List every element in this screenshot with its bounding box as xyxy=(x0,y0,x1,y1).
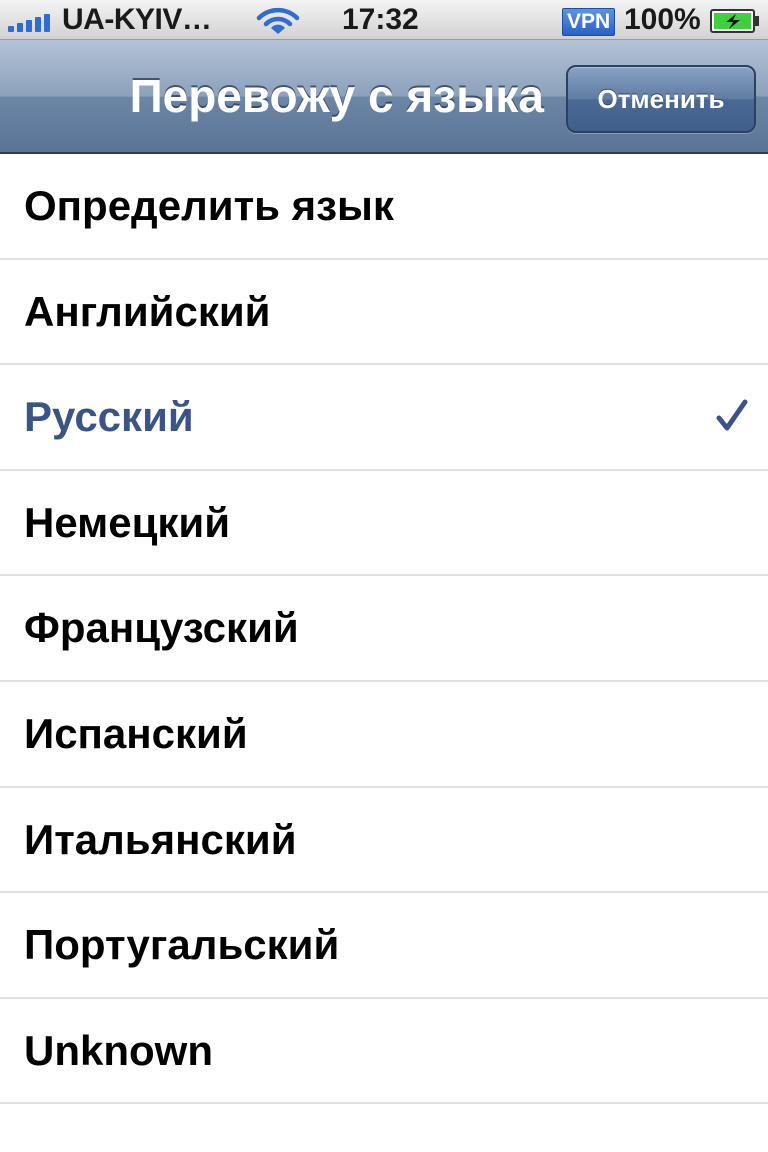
list-item-label: Немецкий xyxy=(24,498,231,546)
list-item-portuguese[interactable]: Португальский xyxy=(0,893,768,999)
battery-charging-icon xyxy=(710,9,759,33)
list-item-label: Английский xyxy=(24,287,271,335)
battery-percent: 100% xyxy=(624,3,701,36)
list-item-german[interactable]: Немецкий xyxy=(0,471,768,577)
list-item-label: Французский xyxy=(24,604,299,652)
screen: UA-KYIV… 17:32 VPN 100% Перевожу с языка… xyxy=(0,0,768,1152)
cancel-button[interactable]: Отменить xyxy=(566,65,756,133)
list-item-french[interactable]: Французский xyxy=(0,576,768,682)
list-item-label: Итальянский xyxy=(24,815,297,863)
list-item-italian[interactable]: Итальянский xyxy=(0,788,768,894)
list-item-label: Португальский xyxy=(24,921,340,969)
wifi-icon xyxy=(256,7,300,34)
list-item-label: Испанский xyxy=(24,709,248,757)
list-item-detect-language[interactable]: Определить язык xyxy=(0,154,768,260)
list-item-english[interactable]: Английский xyxy=(0,260,768,366)
checkmark-icon xyxy=(716,399,748,431)
navigation-bar: Перевожу с языка Отменить xyxy=(0,40,768,154)
list-item-label: Unknown xyxy=(24,1026,213,1074)
status-bar: UA-KYIV… 17:32 VPN 100% xyxy=(0,0,768,40)
list-item-label: Русский xyxy=(24,393,194,441)
signal-strength-icon xyxy=(8,10,56,32)
vpn-badge: VPN xyxy=(562,8,616,36)
list-item-russian[interactable]: Русский xyxy=(0,365,768,471)
list-item-spanish[interactable]: Испанский xyxy=(0,682,768,788)
list-item-label: Определить язык xyxy=(24,182,394,229)
page-title: Перевожу с языка xyxy=(129,70,544,122)
clock-time: 17:32 xyxy=(342,3,419,36)
language-list: Определить язык Английский Русский Немец… xyxy=(0,154,768,1105)
list-item-unknown[interactable]: Unknown xyxy=(0,999,768,1105)
carrier-name: UA-KYIV… xyxy=(62,3,212,36)
